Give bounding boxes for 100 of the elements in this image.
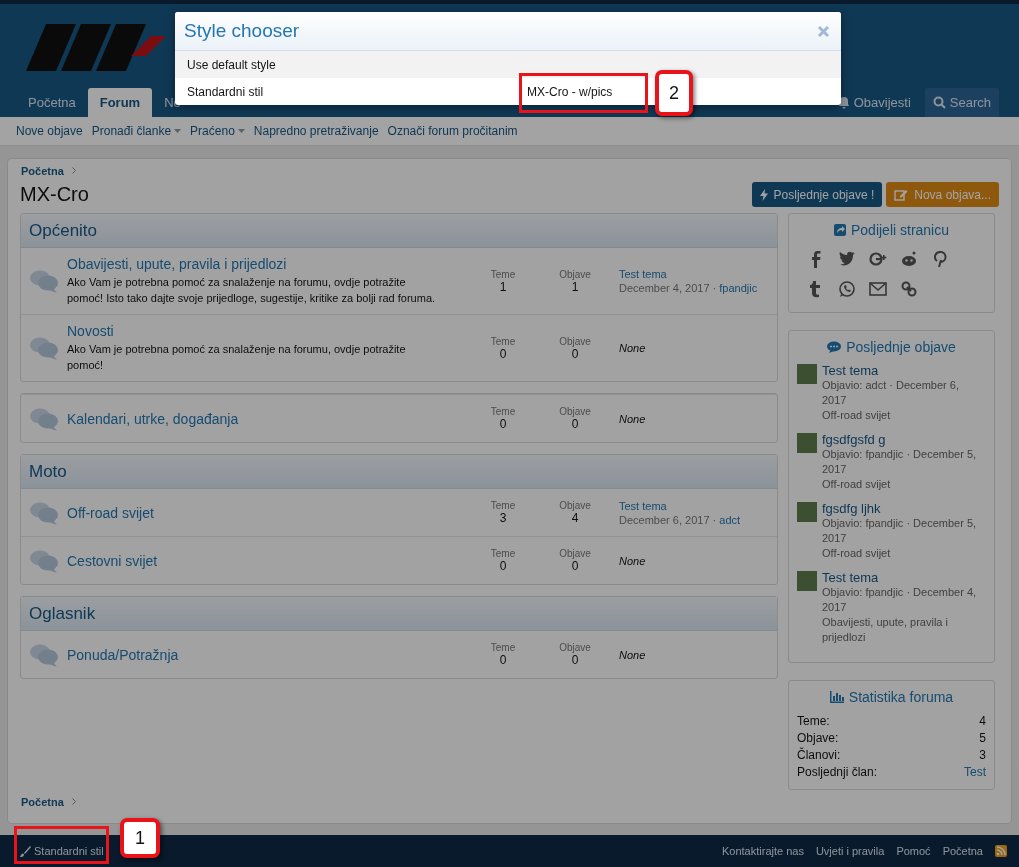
sub-navigation-link[interactable]: Praćeno <box>190 124 235 138</box>
nav-tab[interactable]: Forum <box>87 88 153 117</box>
stat-label: Objave <box>559 548 591 559</box>
link-icon[interactable] <box>900 280 918 298</box>
search-button[interactable]: Search <box>924 88 999 117</box>
twitter-icon[interactable] <box>838 250 856 268</box>
statistic-label: Teme: <box>797 713 830 730</box>
category-header[interactable]: Oglasnik <box>21 597 777 631</box>
annotation-badge: 1 <box>120 818 160 858</box>
username-link[interactable]: fpandjic <box>719 282 758 294</box>
latest-thread-link[interactable]: Test tema <box>619 499 741 512</box>
panel-title: Statistika foruma <box>848 689 954 705</box>
bar-chart-icon <box>829 691 844 703</box>
pinterest-icon[interactable] <box>931 250 949 268</box>
chat-bubbles-icon <box>29 548 59 573</box>
share-arrow-icon <box>833 224 846 236</box>
style-chooser-link[interactable]: Standardni stil <box>34 845 104 857</box>
thread-title-link[interactable]: fgsdfgsfd g <box>822 432 886 447</box>
search-icon <box>932 96 946 109</box>
forum-description: Ako Vam je potrebna pomoć za snalaženje na forumu, ovdje potražite pomoć! <box>67 342 407 373</box>
forum-title-link[interactable]: Cestovni svijet <box>67 552 158 569</box>
forum-title-link[interactable]: Novosti <box>67 323 114 339</box>
breadcrumb-link[interactable]: Početna <box>21 795 64 808</box>
footer-link[interactable]: Početna <box>942 845 983 857</box>
thread-title-link[interactable]: Test tema <box>822 363 879 378</box>
paintbrush-icon <box>20 845 31 857</box>
latest-thread-link[interactable]: Test tema <box>619 268 758 280</box>
forum-description: Ako Vam je potrebna pomoć za snalaženje na forumu, ovdje potražite pomoć! Isto tako dajte svoje prijedloge, sugestije, kritike za bolji rad foruma. <box>67 275 437 306</box>
category-header[interactable]: Moto <box>21 455 777 489</box>
stat-label: Objave <box>559 642 591 653</box>
stat-value: 3 <box>499 511 507 525</box>
stat-value: 0 <box>499 559 507 573</box>
forum-name-text: Off-road svijet <box>822 546 892 561</box>
chat-bubbles-icon <box>29 269 59 293</box>
thread-title-link[interactable]: fgsdfg ljhk <box>822 501 881 516</box>
style-option[interactable]: Use default style <box>175 51 841 78</box>
chat-bubbles-icon <box>29 642 59 667</box>
envelope-icon[interactable] <box>869 280 887 298</box>
latest-posts-button[interactable]: Posljednje objave ! <box>751 182 883 207</box>
latest-post-date: December 4, 2017 · <box>619 282 717 294</box>
stat-label: Teme <box>490 548 516 559</box>
category-header[interactable]: Općenito <box>21 214 777 248</box>
stat-value: 0 <box>499 417 507 431</box>
reddit-icon[interactable] <box>900 250 918 268</box>
stat-value: 0 <box>571 417 579 431</box>
chat-bubbles-icon <box>29 336 59 360</box>
stat-label: Objave <box>559 335 591 347</box>
stat-label: Objave <box>559 500 591 511</box>
footer-link[interactable]: Uvjeti i pravila <box>815 845 885 857</box>
stat-label: Objave <box>559 268 591 280</box>
statistic-value: 4 <box>979 713 986 730</box>
page-title: MX-Cro <box>20 183 89 206</box>
new-post-button[interactable]: Nova objava... <box>886 182 999 207</box>
footer-link[interactable]: Kontaktirajte nas <box>721 845 804 857</box>
stat-label: Teme <box>490 500 516 511</box>
stat-value: 4 <box>571 511 579 525</box>
stat-label: Objave <box>559 406 591 417</box>
statistic-label: Objave: <box>797 730 839 747</box>
no-latest-post-text: None <box>619 412 646 425</box>
breadcrumb-link[interactable]: Početna <box>21 164 64 177</box>
member-link[interactable]: Test <box>964 764 986 781</box>
notifications-button[interactable]: Obavijesti <box>829 88 919 117</box>
lightning-bolt-icon <box>759 188 768 201</box>
username-link[interactable]: adct <box>719 513 741 526</box>
forum-title-link[interactable]: Off-road svijet <box>67 504 154 521</box>
stat-value: 1 <box>571 279 579 294</box>
caret-icon[interactable] <box>237 129 245 133</box>
footer-link[interactable]: Pomoć <box>896 845 931 857</box>
statistic-label: Posljednji član: <box>797 764 878 781</box>
no-latest-post-text: None <box>619 342 646 354</box>
sub-navigation-link[interactable]: Pronađi članke <box>91 124 172 138</box>
statistic-value: 5 <box>979 730 986 747</box>
google-plus-icon[interactable] <box>869 250 887 268</box>
stat-label: Teme <box>490 642 516 653</box>
forum-title-link[interactable]: Obavijesti, upute, pravila i prijedlozi <box>67 256 287 272</box>
sub-navigation-link[interactable]: Napredno pretraživanje <box>253 124 379 138</box>
pencil-edit-icon <box>894 188 909 201</box>
rss-icon[interactable] <box>995 845 1007 857</box>
style-option[interactable]: MX-Cro - w/pics <box>515 78 625 105</box>
whatsapp-icon[interactable] <box>838 280 856 298</box>
stat-label: Teme <box>490 268 516 280</box>
chevron-icon <box>71 798 76 805</box>
post-meta-text: Objavio: fpandjic · December 5, 2017 <box>822 516 978 546</box>
caret-icon[interactable] <box>174 129 182 133</box>
stat-label: Teme <box>490 406 516 417</box>
post-meta-text: Objavio: adct · December 6, 2017 <box>822 378 960 408</box>
thread-title-link[interactable]: Test tema <box>822 570 879 585</box>
forum-title-link[interactable]: Ponuda/Potražnja <box>67 646 179 663</box>
dialog-title: Style chooser <box>184 20 300 42</box>
speech-bubble-icon <box>827 341 842 353</box>
chevron-icon <box>71 167 76 174</box>
stat-value: 0 <box>571 559 579 573</box>
nav-tab[interactable]: Početna <box>16 88 88 117</box>
forum-title-link[interactable]: Kalendari, utrke, događanja <box>67 410 239 427</box>
stat-value: 0 <box>499 346 507 361</box>
sub-navigation-link[interactable]: Nove objave <box>16 124 83 138</box>
post-meta-text: Objavio: fpandjic · December 4, 2017 <box>822 585 978 615</box>
stat-label: Teme <box>490 335 516 347</box>
bell-icon <box>837 96 850 109</box>
sub-navigation-link[interactable]: Označi forum pročitanim <box>387 124 518 138</box>
